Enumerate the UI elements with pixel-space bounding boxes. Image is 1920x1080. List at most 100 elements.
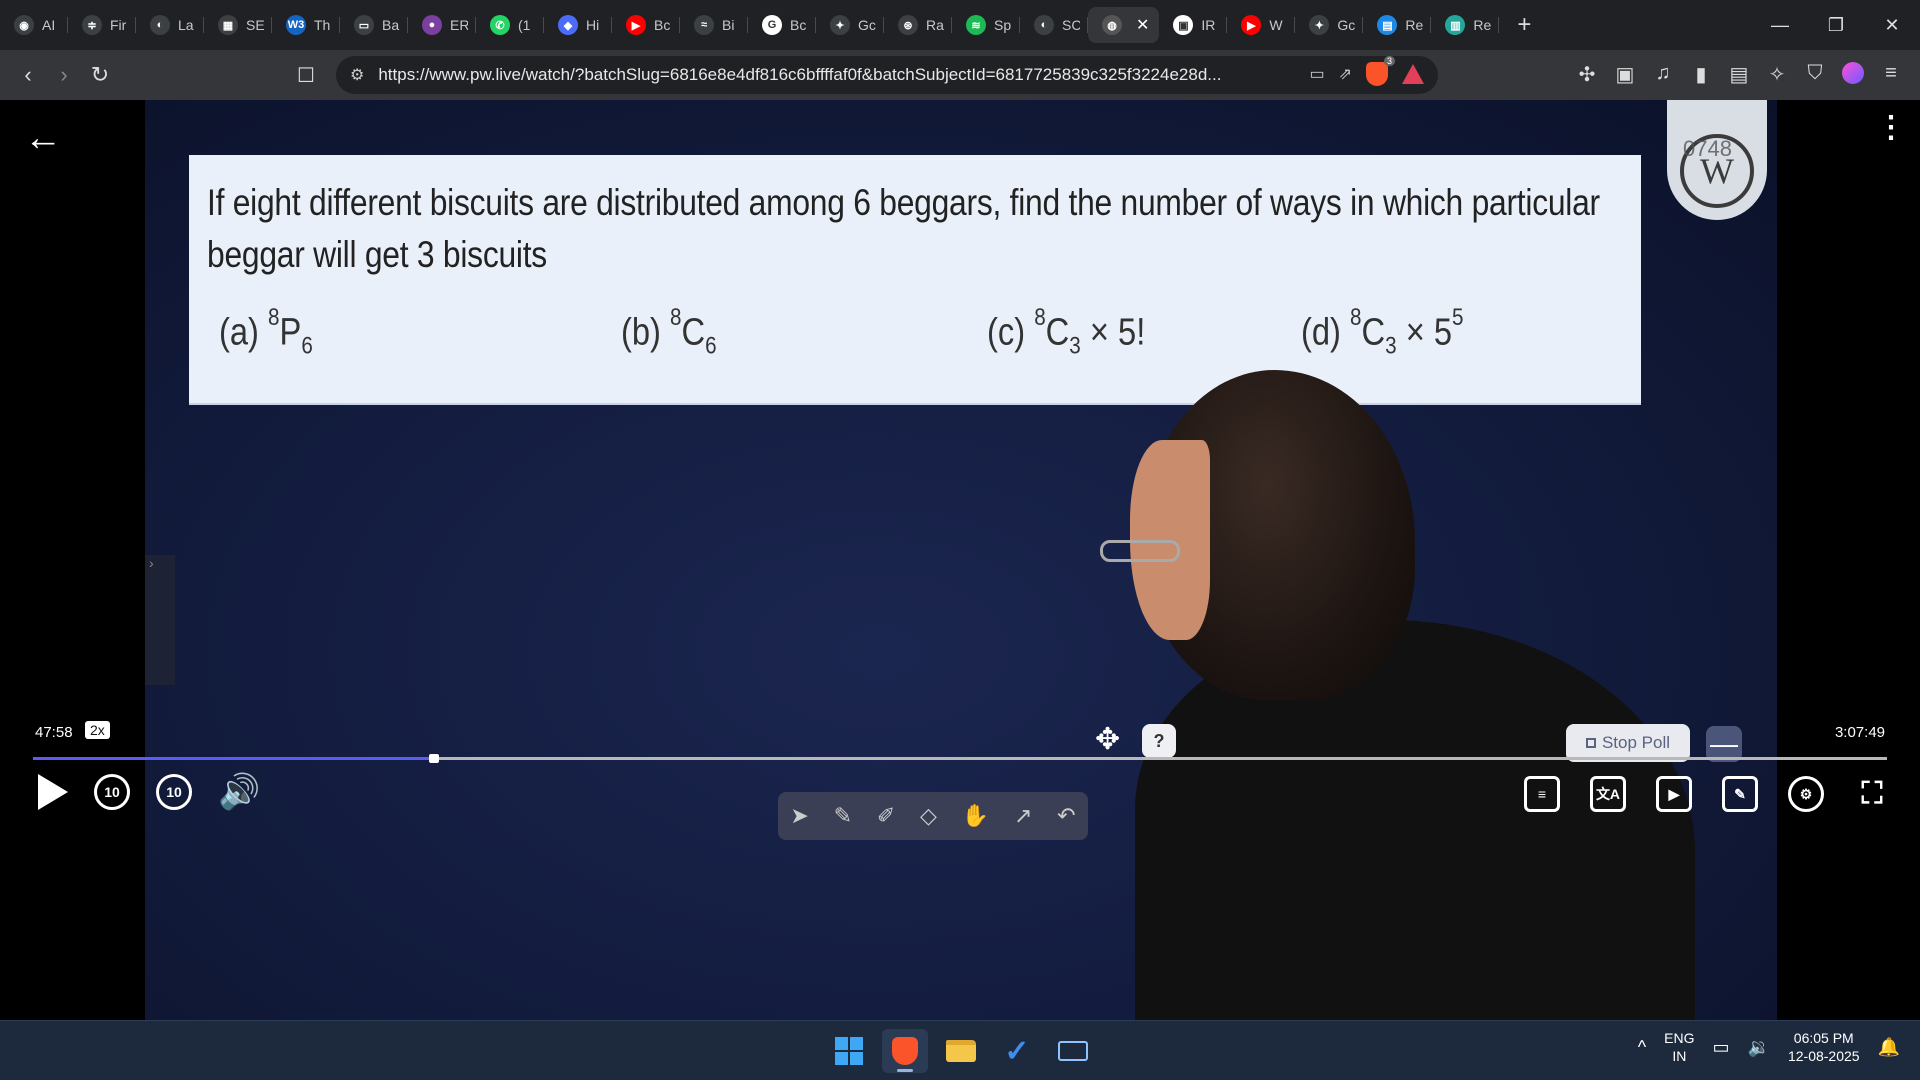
help-button[interactable]: ?: [1142, 724, 1176, 758]
volume-icon[interactable]: 🔊: [218, 772, 260, 812]
wallet-icon[interactable]: ▤: [1728, 62, 1750, 87]
brave-shields-icon[interactable]: 3: [1366, 56, 1395, 86]
media-icon[interactable]: ♫: [1652, 62, 1674, 87]
progress-bar[interactable]: [33, 754, 1887, 763]
browser-tab[interactable]: ▦ SE: [204, 7, 272, 43]
browser-tab[interactable]: ◐ SC: [1020, 7, 1088, 43]
tab-favicon-icon: ≈: [694, 15, 714, 35]
browser-tab[interactable]: W3 Th: [272, 7, 340, 43]
tab-title: Bc: [654, 17, 671, 33]
leo-star-icon[interactable]: ✧: [1766, 62, 1788, 87]
clock[interactable]: 06:05 PM 12-08-2025: [1788, 1029, 1860, 1065]
notes-icon[interactable]: ✎: [1722, 776, 1758, 812]
sidebar-icon[interactable]: ▮: [1690, 62, 1712, 87]
browser-tab[interactable]: ▶ W: [1227, 7, 1296, 43]
bookmark-icon[interactable]: ☐: [288, 57, 324, 93]
option-label: (c): [987, 311, 1026, 354]
playback-speed-badge[interactable]: 2x: [85, 721, 110, 739]
network-icon[interactable]: ▭: [1713, 1037, 1730, 1058]
chat-icon[interactable]: ≡: [1524, 776, 1560, 812]
browser-tab[interactable]: ◐ La: [136, 7, 204, 43]
url-text[interactable]: https://www.pw.live/watch/?batchSlug=681…: [378, 65, 1221, 85]
duration: 3:07:49: [1834, 724, 1885, 741]
translate-icon[interactable]: 文A: [1590, 776, 1626, 812]
back-arrow-icon[interactable]: ←: [24, 119, 64, 160]
picture-in-picture-icon[interactable]: ▶: [1656, 776, 1692, 812]
option-symbol: C: [1045, 311, 1070, 354]
browser-tab[interactable]: ≋ Sp: [952, 7, 1020, 43]
browser-tab[interactable]: ≈ Bi: [680, 7, 748, 43]
video-player[interactable]: If eight different biscuits are distribu…: [0, 100, 1920, 1020]
browser-tab[interactable]: ◉ AI: [0, 7, 68, 43]
taskbar-keyboard[interactable]: [1050, 1029, 1096, 1073]
progress-knob[interactable]: [428, 754, 439, 763]
taskbar-todo[interactable]: ✓: [994, 1029, 1040, 1073]
language-code: ENG: [1664, 1030, 1695, 1046]
forward-10-button[interactable]: 10: [156, 774, 192, 810]
browser-tab[interactable]: ● ER: [408, 7, 476, 43]
tab-favicon-icon: ▭: [354, 15, 374, 35]
browser-tab[interactable]: ▣ IR: [1159, 7, 1228, 43]
taskbar-brave[interactable]: [882, 1029, 928, 1073]
vpn-icon[interactable]: ⛉: [1804, 62, 1826, 87]
tab-favicon-icon: ▣: [1173, 15, 1194, 35]
browser-tab[interactable]: ◍ ✕: [1088, 7, 1160, 43]
tab-title: Bi: [722, 17, 735, 33]
marker-icon: ✐: [876, 803, 896, 828]
playback-controls: 10 10 🔊: [30, 772, 260, 812]
browser-tab[interactable]: ✦ Gc: [1295, 7, 1364, 43]
play-icon[interactable]: [38, 774, 68, 810]
browser-tab[interactable]: ▭ Ba: [340, 7, 408, 43]
extensions-icon[interactable]: ✣: [1576, 62, 1598, 87]
taskbar-file-explorer[interactable]: [938, 1029, 984, 1073]
fullscreen-icon[interactable]: ⛶: [1854, 776, 1890, 812]
rewind-10-button[interactable]: 10: [94, 774, 130, 810]
taskbar: ✓ ^ ENG IN ▭ 🔉 06:05 PM 12-08-2025 🔔: [0, 1020, 1920, 1080]
option-a: (a) 8P6: [219, 304, 313, 360]
minimize-icon[interactable]: —: [1752, 0, 1808, 50]
menu-icon[interactable]: ≡: [1880, 62, 1902, 87]
site-settings-icon[interactable]: ⚙: [350, 65, 364, 85]
settings-icon[interactable]: ⚙: [1788, 776, 1824, 812]
browser-tab[interactable]: ✆ (1: [476, 7, 544, 43]
back-icon[interactable]: ‹: [10, 57, 46, 93]
tab-favicon-icon: ⊛: [898, 15, 918, 35]
browser-tab[interactable]: ▤ Re: [1363, 7, 1432, 43]
screenshot-icon[interactable]: ▣: [1614, 62, 1636, 87]
browser-tab[interactable]: ✦ Gc: [816, 7, 884, 43]
tab-title: AI: [42, 17, 56, 33]
ai-assistant-icon[interactable]: [1842, 62, 1864, 84]
option-b: (b) 8C6: [621, 304, 717, 360]
move-icon[interactable]: ✥: [1095, 722, 1120, 757]
option-superscript: 8: [1350, 304, 1362, 331]
browser-tab[interactable]: ≑ Fir: [68, 7, 136, 43]
cast-icon[interactable]: ▭: [1309, 64, 1324, 84]
browser-tab[interactable]: ▶ Bc: [612, 7, 680, 43]
forward-icon[interactable]: ›: [46, 57, 82, 93]
side-panel-handle[interactable]: ›: [145, 555, 175, 685]
close-window-icon[interactable]: ✕: [1864, 0, 1920, 50]
new-tab-button[interactable]: +: [1517, 11, 1531, 39]
tab-favicon-icon: ▥: [1445, 15, 1466, 35]
chevron-up-icon[interactable]: ^: [1638, 1037, 1646, 1058]
tab-favicon-icon: ✦: [1309, 15, 1330, 35]
address-bar[interactable]: ⚙ https://www.pw.live/watch/?batchSlug=6…: [336, 56, 1438, 94]
tab-title: Gc: [858, 17, 876, 33]
share-icon[interactable]: ⇗: [1339, 64, 1352, 84]
browser-tab[interactable]: G Bc: [748, 7, 816, 43]
tab-favicon-icon: ▦: [218, 15, 238, 35]
close-tab-icon[interactable]: ✕: [1136, 15, 1149, 35]
notification-bell-icon[interactable]: 🔔: [1878, 1037, 1900, 1058]
tab-title: ER: [450, 17, 468, 33]
speaker-icon[interactable]: 🔉: [1748, 1037, 1770, 1058]
restore-icon[interactable]: ❐: [1808, 0, 1864, 50]
browser-tab[interactable]: ⊛ Ra: [884, 7, 952, 43]
browser-tab[interactable]: ◆ Hi: [544, 7, 612, 43]
tab-favicon-icon: ≑: [82, 15, 102, 35]
start-button[interactable]: [826, 1029, 872, 1073]
brave-rewards-icon[interactable]: [1402, 64, 1424, 84]
reload-icon[interactable]: ↻: [82, 57, 118, 93]
language-indicator[interactable]: ENG IN: [1664, 1029, 1694, 1065]
more-options-icon[interactable]: ⋮: [1876, 113, 1906, 143]
browser-tab[interactable]: ▥ Re: [1431, 7, 1500, 43]
